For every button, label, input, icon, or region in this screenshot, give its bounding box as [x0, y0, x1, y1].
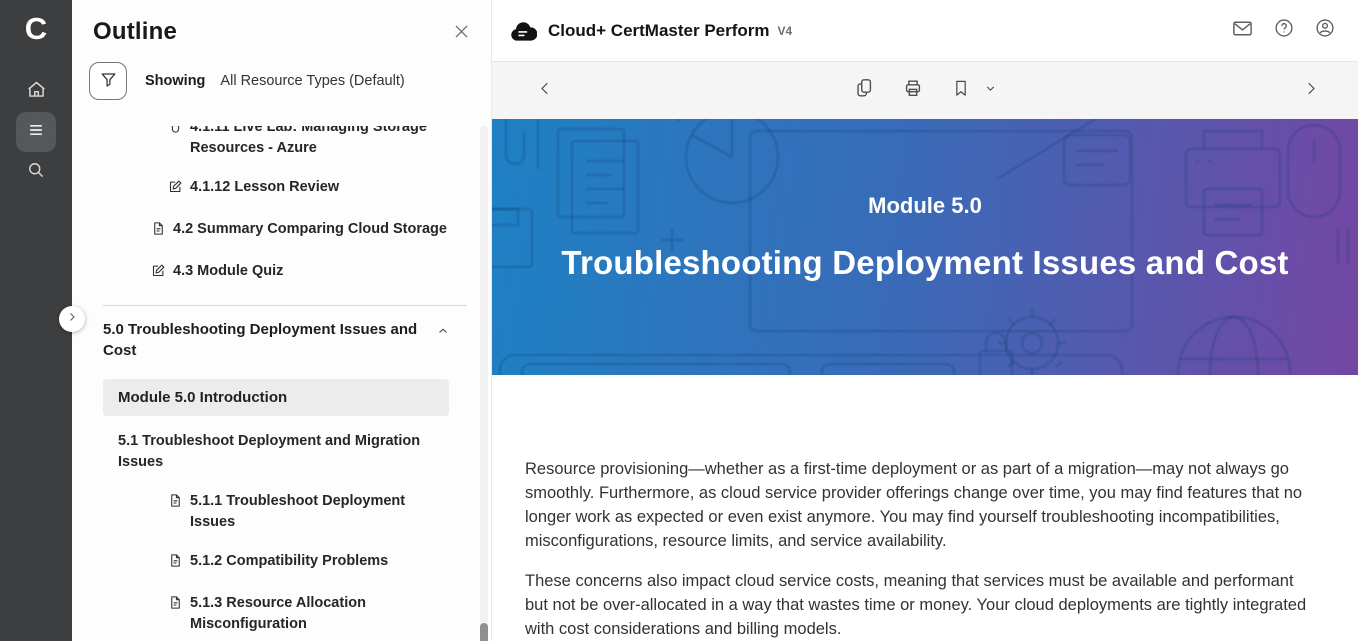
print-button[interactable]: [902, 77, 924, 104]
close-icon: [452, 28, 471, 45]
outline-menu-button[interactable]: [16, 112, 56, 152]
bookmark-button[interactable]: [951, 78, 971, 103]
course-title: Cloud+ CertMaster Perform: [548, 21, 770, 41]
tree-item-5-1-3[interactable]: 5.1.3 Resource Allocation Misconfigurati…: [72, 593, 491, 635]
profile-icon: [1314, 17, 1336, 44]
collapse-panel-handle[interactable]: [59, 306, 85, 332]
tree-item-4-1-12[interactable]: 4.1.12 Lesson Review: [72, 177, 491, 201]
home-icon: [26, 79, 47, 105]
lesson-toolbar: [492, 62, 1358, 119]
module-hero-banner: Module 5.0 Troubleshooting Deployment Is…: [492, 119, 1358, 375]
lesson-body: Resource provisioning—whether as a first…: [492, 375, 1358, 641]
tree-item-4-3[interactable]: 4.3 Module Quiz: [72, 261, 491, 285]
filter-icon: [99, 70, 118, 92]
print-icon: [902, 77, 924, 104]
bookmark-menu-button[interactable]: [984, 82, 997, 100]
bookmark-icon: [951, 78, 971, 103]
tree-item-5-1[interactable]: 5.1 Troubleshoot Deployment and Migratio…: [72, 431, 491, 473]
course-version-badge: V4: [778, 24, 793, 38]
tree-item-5-1-2[interactable]: 5.1.2 Compatibility Problems: [72, 551, 491, 575]
search-button[interactable]: [16, 152, 56, 192]
help-button[interactable]: [1273, 17, 1295, 44]
outline-scrollbar-track[interactable]: [480, 126, 488, 636]
doc-icon: [168, 595, 183, 617]
tree-section-5-0[interactable]: 5.0 Troubleshooting Deployment Issues an…: [72, 319, 491, 361]
chevron-down-icon: [984, 82, 997, 100]
edit-icon: [151, 263, 166, 285]
close-outline-button[interactable]: [452, 22, 471, 46]
doc-icon: [168, 493, 183, 515]
next-page-button[interactable]: [1302, 79, 1320, 102]
tree-item-4-1-11[interactable]: 4.1.11 Live Lab: Managing Storage Resour…: [72, 126, 491, 159]
app-logo: C: [0, 0, 72, 58]
chevron-up-icon: [437, 322, 449, 343]
filter-value: All Resource Types (Default): [220, 73, 404, 89]
mail-icon: [1231, 17, 1254, 45]
doc-icon: [151, 221, 166, 243]
chevron-right-icon: [66, 310, 78, 328]
module-number: Module 5.0: [492, 193, 1358, 219]
search-icon: [26, 160, 46, 185]
tree-item-label: 4.1.11 Live Lab: Managing Storage Resour…: [190, 126, 449, 159]
tree-item-4-2[interactable]: 4.2 Summary Comparing Cloud Storage: [72, 219, 491, 243]
course-header: Cloud+ CertMaster Perform V4: [492, 0, 1358, 62]
doc-icon: [168, 553, 183, 575]
tree-item-label: 4.3 Module Quiz: [173, 261, 283, 282]
messages-button[interactable]: [1231, 17, 1254, 45]
outline-scrollbar-thumb[interactable]: [480, 623, 488, 641]
module-title: Troubleshooting Deployment Issues and Co…: [492, 244, 1358, 282]
lesson-paragraph: These concerns also impact cloud service…: [525, 569, 1317, 641]
edit-icon: [168, 179, 183, 201]
outline-tree: 4.1.11 Live Lab: Managing Storage Resour…: [72, 126, 491, 641]
tree-item-module-5-0-introduction[interactable]: Module 5.0 Introduction: [103, 379, 449, 416]
help-icon: [1273, 17, 1295, 44]
lesson-paragraph: Resource provisioning—whether as a first…: [525, 457, 1317, 553]
cloud-logo-icon: [510, 20, 537, 42]
tree-item-label: 5.1.1 Troubleshoot Deployment Issues: [190, 491, 449, 533]
menu-icon: [26, 120, 46, 145]
tree-item-label: 4.1.12 Lesson Review: [190, 177, 339, 198]
tree-item-5-1-1[interactable]: 5.1.1 Troubleshoot Deployment Issues: [72, 491, 491, 533]
tree-divider: [103, 305, 467, 306]
copy-icon: [853, 77, 875, 104]
filter-button[interactable]: [89, 62, 127, 100]
outline-title: Outline: [93, 18, 177, 46]
tree-item-label: 5.1 Troubleshoot Deployment and Migratio…: [118, 431, 449, 473]
tree-item-label: 5.1.2 Compatibility Problems: [190, 551, 388, 572]
filter-showing-label: Showing: [145, 73, 205, 89]
copy-button[interactable]: [853, 77, 875, 104]
tree-item-label: Module 5.0 Introduction: [118, 389, 287, 406]
home-button[interactable]: [16, 72, 56, 112]
tree-item-label: 4.2 Summary Comparing Cloud Storage: [173, 219, 447, 240]
tree-item-label: 5.1.3 Resource Allocation Misconfigurati…: [190, 593, 449, 635]
tree-section-label: 5.0 Troubleshooting Deployment Issues an…: [103, 319, 431, 361]
main-content: Cloud+ CertMaster Perform V4: [492, 0, 1358, 641]
profile-button[interactable]: [1314, 17, 1336, 44]
forward-chevron-icon: [1302, 79, 1320, 102]
mouse-icon: [168, 126, 183, 141]
outline-panel: Outline Showing All Resource Types (Defa…: [72, 0, 492, 641]
